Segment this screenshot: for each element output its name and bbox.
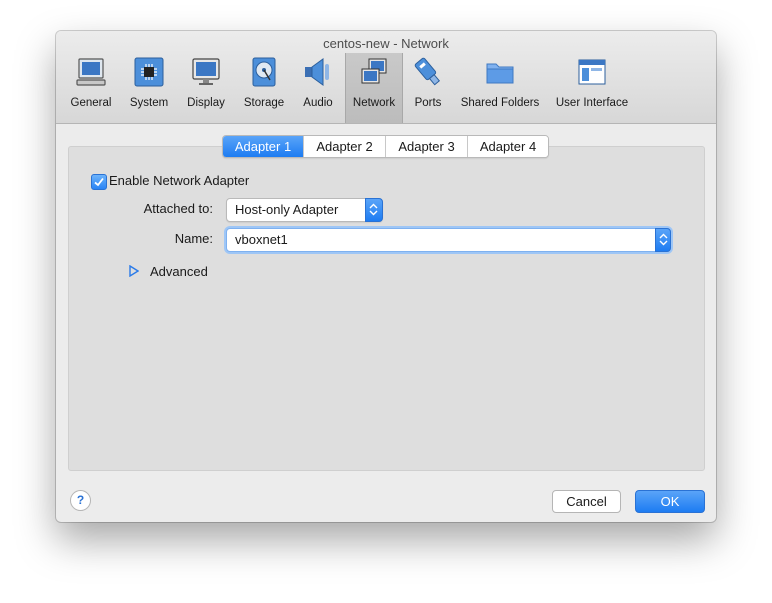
toolbar: centos-new - Network General System Disp…	[56, 31, 716, 124]
advanced-label[interactable]: Advanced	[150, 264, 208, 279]
toolbar-label: Network	[352, 97, 396, 109]
enable-network-adapter-label: Enable Network Adapter	[109, 173, 250, 188]
toolbar-item-display[interactable]: Display	[183, 53, 229, 123]
attached-to-label: Attached to:	[143, 201, 213, 216]
general-icon	[76, 58, 106, 86]
toolbar-label: Ports	[414, 97, 442, 109]
name-value: vboxnet1	[235, 232, 288, 247]
toolbar-label: Audio	[303, 97, 333, 109]
toolbar-label: User Interface	[555, 97, 629, 109]
toolbar-item-ports[interactable]: Ports	[408, 53, 448, 123]
toolbar-item-audio[interactable]: Audio	[298, 53, 338, 123]
tab-adapter-1[interactable]: Adapter 1	[223, 136, 304, 157]
tab-adapter-4[interactable]: Adapter 4	[468, 136, 548, 157]
help-button[interactable]: ?	[70, 490, 91, 511]
combo-stepper-icon[interactable]	[655, 228, 671, 252]
enable-network-adapter-checkbox[interactable]	[91, 174, 107, 190]
toolbar-item-system[interactable]: System	[126, 53, 172, 123]
toolbar-item-network[interactable]: Network	[345, 53, 403, 123]
user-interface-icon	[578, 59, 606, 85]
cancel-button[interactable]: Cancel	[552, 490, 621, 513]
network-icon	[361, 58, 387, 84]
toolbar-label: General	[70, 97, 112, 109]
ports-icon	[414, 57, 441, 86]
toolbar-item-storage[interactable]: Storage	[240, 53, 288, 123]
toolbar-label: Storage	[243, 97, 285, 109]
name-combobox[interactable]: vboxnet1	[226, 228, 671, 252]
ok-button[interactable]: OK	[635, 490, 705, 513]
checkmark-icon	[94, 177, 104, 187]
toolbar-item-general[interactable]: General	[67, 53, 115, 123]
toolbar-item-shared-folders[interactable]: Shared Folders	[458, 53, 542, 123]
toolbar-label: Display	[187, 97, 225, 109]
select-stepper-icon	[365, 198, 383, 222]
attached-to-value: Host-only Adapter	[235, 202, 339, 217]
attached-to-select[interactable]: Host-only Adapter	[226, 198, 383, 222]
name-label: Name:	[174, 231, 213, 246]
display-icon	[192, 58, 220, 85]
tab-adapter-3[interactable]: Adapter 3	[386, 136, 468, 157]
audio-icon	[305, 58, 329, 86]
window-title: centos-new - Network	[323, 36, 449, 51]
disclosure-triangle-icon[interactable]	[129, 265, 139, 277]
adapter-tabs: Adapter 1 Adapter 2 Adapter 3 Adapter 4	[222, 135, 549, 158]
storage-icon	[252, 57, 276, 87]
system-icon	[134, 57, 164, 87]
settings-window: centos-new - Network General System Disp…	[56, 31, 716, 522]
shared-folders-icon	[486, 63, 514, 84]
adapter-settings-panel	[68, 146, 705, 471]
tab-adapter-2[interactable]: Adapter 2	[304, 136, 386, 157]
toolbar-label: Shared Folders	[460, 97, 540, 109]
toolbar-item-user-interface[interactable]: User Interface	[552, 53, 632, 123]
toolbar-label: System	[129, 97, 169, 109]
